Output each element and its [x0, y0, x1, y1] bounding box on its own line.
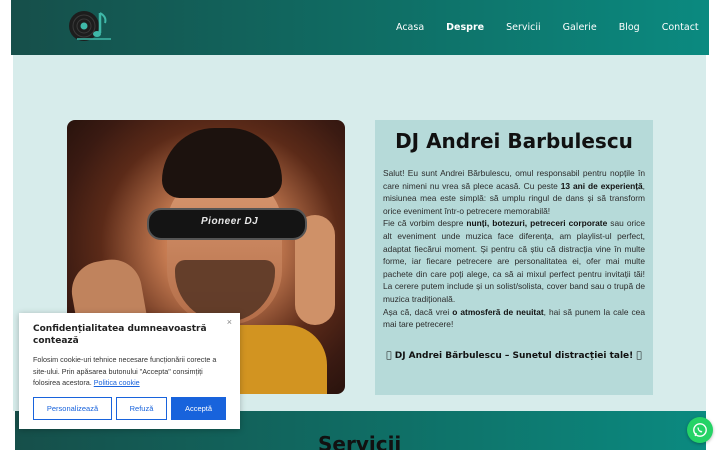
cookie-text: Folosim cookie-uri tehnice necesare func…	[33, 355, 217, 387]
headphone-brand-text: Pioneer DJ	[201, 216, 259, 227]
whatsapp-icon[interactable]	[687, 417, 713, 443]
logo-icon[interactable]	[67, 9, 115, 43]
refuse-button[interactable]: Refuză	[116, 397, 167, 420]
customize-button[interactable]: Personalizează	[33, 397, 112, 420]
nav-servicii[interactable]: Servicii	[506, 22, 541, 33]
page-title: DJ Andrei Barbulescu	[395, 129, 633, 153]
cookie-title: Confidențialitatea dumneavoastră conteaz…	[33, 324, 207, 346]
tagline: 􏿾 DJ Andrei Bărbulescu – Sunetul distrac…	[386, 350, 642, 361]
cookie-policy-link[interactable]: Politica cookie	[94, 378, 140, 387]
close-icon[interactable]: ×	[227, 317, 232, 327]
services-heading: Servicii	[318, 432, 402, 450]
nav-blog[interactable]: Blog	[619, 22, 640, 33]
about-card: DJ Andrei Barbulescu Salut! Eu sunt Andr…	[375, 120, 653, 395]
main-nav: Acasa Despre Servicii Galerie Blog Conta…	[396, 22, 699, 33]
cookie-buttons: Personalizează Refuză Acceptă	[33, 397, 226, 420]
about-paragraph: Salut! Eu sunt Andrei Bărbulescu, omul r…	[383, 168, 645, 330]
accept-button[interactable]: Acceptă	[171, 397, 226, 420]
nav-acasa[interactable]: Acasa	[396, 22, 424, 33]
nav-galerie[interactable]: Galerie	[563, 22, 597, 33]
site-header: Acasa Despre Servicii Galerie Blog Conta…	[11, 0, 709, 55]
nav-contact[interactable]: Contact	[662, 22, 699, 33]
nav-despre[interactable]: Despre	[446, 22, 484, 33]
cookie-banner: × Confidențialitatea dumneavoastră conte…	[19, 313, 240, 429]
